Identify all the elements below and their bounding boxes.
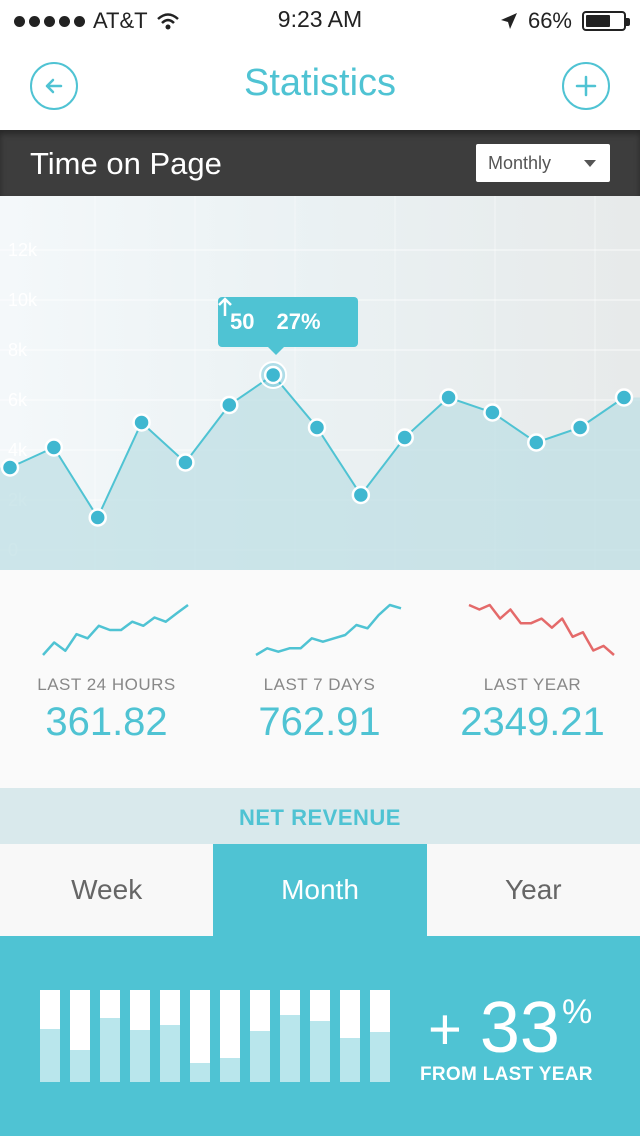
- revenue-bar-chart: [40, 990, 392, 1082]
- revenue-bar-fill: [40, 1028, 60, 1082]
- status-bar: AT&T 9:23 AM 66%: [0, 0, 640, 40]
- net-revenue-header: NET REVENUE: [0, 788, 640, 844]
- chart-tooltip: 50 27%: [218, 297, 358, 355]
- y-tick-label: 10k: [8, 290, 38, 310]
- stat-last-7-days: LAST 7 DAYS 762.91: [213, 570, 426, 788]
- data-point[interactable]: [176, 453, 195, 472]
- revenue-tabs: Week Month Year: [0, 844, 640, 936]
- section-title: Time on Page: [30, 146, 222, 181]
- revenue-bar: [130, 990, 150, 1082]
- tab-year[interactable]: Year: [427, 844, 640, 936]
- data-point[interactable]: [527, 433, 546, 452]
- revenue-bar: [70, 990, 90, 1082]
- revenue-bar: [310, 990, 330, 1082]
- chart-area-fill: [0, 375, 640, 570]
- period-dropdown[interactable]: Monthly: [476, 144, 610, 182]
- revenue-bar-fill: [370, 1032, 390, 1082]
- stat-label: LAST 7 DAYS: [263, 675, 376, 694]
- section-header: Time on Page Monthly: [0, 130, 640, 196]
- status-right: 66%: [500, 8, 630, 34]
- y-tick-label: 6k: [8, 390, 28, 410]
- revenue-bar-fill: [130, 1029, 150, 1082]
- revenue-bar: [370, 990, 390, 1082]
- plus-sign: +: [428, 997, 462, 1062]
- data-point[interactable]: [570, 418, 590, 437]
- y-tick-label: 12k: [8, 240, 38, 260]
- revenue-change: + 33 %: [428, 992, 592, 1064]
- data-point[interactable]: [132, 413, 151, 432]
- data-point[interactable]: [483, 403, 502, 422]
- revenue-bar-fill: [100, 1017, 120, 1082]
- net-revenue-title: NET REVENUE: [239, 805, 401, 830]
- revenue-bar-fill: [160, 1024, 180, 1082]
- revenue-bar-fill: [190, 1062, 210, 1082]
- stats-panel: LAST 24 HOURS 361.82 LAST 7 DAYS 762.91 …: [0, 570, 640, 788]
- plus-icon: [575, 75, 597, 97]
- data-point[interactable]: [263, 365, 283, 385]
- sparkline-path: [468, 603, 615, 656]
- revenue-bar: [340, 990, 360, 1082]
- stat-value: 2349.21: [460, 700, 605, 744]
- time-on-page-chart: 12k10k8k6k4k2k0 50 27%: [0, 196, 640, 570]
- revenue-bar: [100, 990, 120, 1082]
- page-title: Statistics: [243, 62, 397, 104]
- revenue-change-caption: FROM LAST YEAR: [420, 1064, 593, 1085]
- data-point[interactable]: [0, 458, 20, 477]
- data-point[interactable]: [88, 508, 107, 527]
- revenue-bar-fill: [220, 1058, 240, 1082]
- stat-label: LAST YEAR: [483, 675, 582, 694]
- tooltip-value: 50: [230, 309, 255, 334]
- stat-last-24-hours: LAST 24 HOURS 361.82: [0, 570, 213, 788]
- revenue-bar-fill: [70, 1049, 90, 1082]
- battery-icon: [582, 11, 630, 31]
- stat-last-year: LAST YEAR 2349.21: [426, 570, 639, 788]
- revenue-bar: [220, 990, 240, 1082]
- data-point[interactable]: [395, 428, 414, 447]
- revenue-bar-fill: [250, 1031, 270, 1082]
- data-point[interactable]: [220, 395, 239, 415]
- tooltip-change: 27%: [218, 297, 321, 335]
- data-point[interactable]: [439, 388, 458, 407]
- stat-value: 361.82: [45, 700, 168, 744]
- data-point[interactable]: [44, 438, 64, 457]
- stat-label: LAST 24 HOURS: [37, 675, 176, 694]
- tab-week[interactable]: Week: [0, 844, 213, 936]
- sparkline-7-days: [255, 603, 402, 657]
- revenue-bar-fill: [310, 1021, 330, 1082]
- sparkline-path: [42, 603, 189, 656]
- sparkline-path: [255, 603, 402, 657]
- battery-fill: [586, 15, 610, 27]
- revenue-bar: [40, 990, 60, 1082]
- data-point[interactable]: [351, 485, 371, 505]
- revenue-bar: [160, 990, 180, 1082]
- revenue-bar: [190, 990, 210, 1082]
- sparkline-last-year: [468, 603, 615, 656]
- add-button[interactable]: [562, 62, 610, 110]
- location-arrow-icon: [500, 13, 517, 29]
- up-arrow-icon: [218, 297, 232, 316]
- revenue-panel: + 33 % FROM LAST YEAR: [0, 936, 640, 1136]
- y-tick-label: 8k: [8, 340, 28, 360]
- tooltip-change-value: 27%: [276, 309, 321, 334]
- revenue-bar: [280, 990, 300, 1082]
- dropdown-value: Monthly: [488, 153, 552, 173]
- revenue-bar-fill: [340, 1037, 360, 1082]
- revenue-bar: [250, 990, 270, 1082]
- nav-bar: Statistics: [0, 40, 640, 130]
- percent-sign: %: [561, 993, 593, 1031]
- stat-value: 762.91: [258, 700, 381, 744]
- revenue-bar-fill: [280, 1014, 300, 1082]
- data-point[interactable]: [307, 418, 327, 437]
- data-point[interactable]: [614, 388, 634, 407]
- y-tick-label: 4k: [8, 440, 28, 460]
- revenue-change-value: 33: [479, 988, 560, 1068]
- sparkline-24-hours: [42, 603, 189, 656]
- battery-percent: 66%: [527, 8, 572, 33]
- tab-month[interactable]: Month: [213, 844, 427, 936]
- chevron-down-icon: [584, 160, 596, 167]
- line-chart-svg: 12k10k8k6k4k2k0: [0, 196, 640, 570]
